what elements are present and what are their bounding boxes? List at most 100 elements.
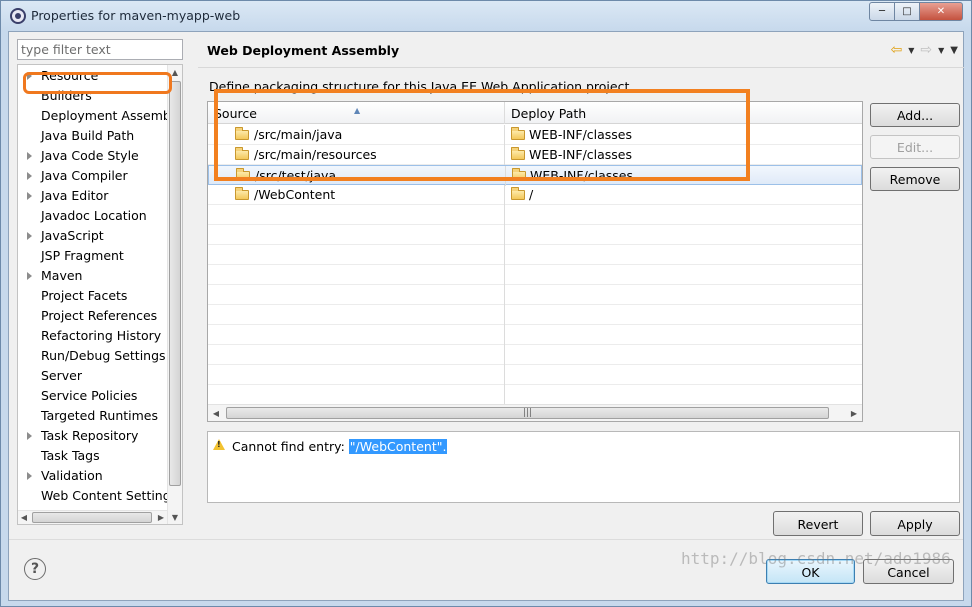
nav-item[interactable]: Deployment Assembly [18,106,178,126]
nav-hscroll-thumb[interactable] [32,512,152,523]
filter-input[interactable] [17,39,183,60]
folder-icon [511,127,525,140]
nav-item-label: Task Tags [41,448,100,463]
revert-button[interactable]: Revert [773,511,863,536]
nav-item[interactable]: Resource [18,66,178,86]
nav-item[interactable]: Task Tags [18,446,178,466]
cell-source [208,245,505,265]
button-bar-separator [9,539,963,540]
view-menu-icon[interactable]: ▼ [950,45,958,56]
table-row[interactable]: /src/main/java WEB-INF/classes [208,125,862,145]
nav-scroll-thumb[interactable] [169,81,181,486]
cell-deploy-path [505,205,862,225]
nav-item[interactable]: Javadoc Location [18,206,178,226]
nav-item-label: Refactoring History [41,328,162,343]
table-scroll-thumb[interactable]: ||| [226,407,829,419]
table-row-empty [208,365,862,385]
expand-arrow-icon[interactable] [27,72,32,80]
nav-item[interactable]: Service Policies [18,386,178,406]
warning-message[interactable]: Cannot find entry: "/WebContent". [232,439,448,454]
expand-arrow-icon[interactable] [27,172,32,180]
back-arrow-icon[interactable]: ⇦ [891,42,903,58]
maximize-button[interactable]: □ [894,2,920,21]
nav-item[interactable]: Maven [18,266,178,286]
title-bar[interactable]: Properties for maven-myapp-web ─ □ ✕ [1,1,971,31]
scroll-left-icon[interactable]: ◀ [18,511,30,524]
table-row-empty [208,325,862,345]
nav-item[interactable]: Targeted Runtimes [18,406,178,426]
scroll-right-icon[interactable]: ▶ [155,511,167,524]
add-button[interactable]: Add... [870,103,960,127]
close-button[interactable]: ✕ [919,2,963,21]
expand-arrow-icon[interactable] [27,192,32,200]
table-row-empty [208,225,862,245]
table-row-empty [208,345,862,365]
scroll-down-icon[interactable]: ▼ [168,510,182,524]
nav-item[interactable]: Java Editor [18,186,178,206]
help-icon[interactable]: ? [24,558,46,580]
deploy-path: WEB-INF/classes [530,168,634,183]
edit-button[interactable]: Edit... [870,135,960,159]
expand-arrow-icon[interactable] [27,232,32,240]
nav-horizontal-scrollbar[interactable]: ◀ ▶ [18,510,167,524]
nav-item-label: Resource [41,68,99,83]
cell-source: /src/main/java [208,125,505,145]
forward-arrow-icon[interactable]: ⇨ [920,42,932,58]
folder-icon [235,187,249,200]
table-row-empty [208,285,862,305]
table-row[interactable]: /src/main/resources WEB-INF/classes [208,145,862,165]
column-header-source[interactable]: Source ▲ [208,102,505,124]
nav-vertical-scrollbar[interactable]: ▲ ▼ [167,65,182,524]
remove-button[interactable]: Remove [870,167,960,191]
expand-arrow-icon[interactable] [27,432,32,440]
cell-source [208,385,505,405]
expand-arrow-icon[interactable] [27,152,32,160]
page-description: Define packaging structure for this Java… [209,79,634,94]
apply-button[interactable]: Apply [870,511,960,536]
nav-item[interactable]: Web Content Settings [18,486,178,506]
nav-item[interactable]: Project References [18,306,178,326]
expand-arrow-icon[interactable] [27,272,32,280]
table-header: Source ▲ Deploy Path [208,102,862,124]
nav-item-label: Project References [41,308,158,323]
nav-item[interactable]: Refactoring History [18,326,178,346]
cell-source [208,305,505,325]
nav-item-label: JSP Fragment [41,248,124,263]
nav-item-label: Java Editor [41,188,109,203]
table-row[interactable]: /WebContent / [208,185,862,205]
table-row[interactable]: /src/test/java WEB-INF/classes [208,165,862,186]
table-horizontal-scrollbar[interactable]: ◀ ||| ▶ [208,404,862,421]
nav-item[interactable]: JavaScript [18,226,178,246]
nav-item[interactable]: Server [18,366,178,386]
cell-deploy-path: WEB-INF/classes [505,145,862,165]
folder-icon [235,147,249,160]
scroll-left-icon[interactable]: ◀ [208,405,224,421]
folder-icon [236,168,250,181]
column-header-deploy-path[interactable]: Deploy Path [505,102,862,124]
expand-arrow-icon[interactable] [27,472,32,480]
nav-item[interactable]: Task Repository [18,426,178,446]
cell-deploy-path: / [505,185,862,205]
cell-deploy-path [505,285,862,305]
table-row-empty [208,265,862,285]
forward-dropdown-icon[interactable]: ▼ [938,46,944,55]
cell-deploy-path [505,305,862,325]
nav-item[interactable]: Builders [18,86,178,106]
nav-item[interactable]: Validation [18,466,178,486]
nav-item[interactable]: Run/Debug Settings [18,346,178,366]
properties-nav-tree: Resource Builders Deployment Assembly Java … [17,64,183,525]
nav-item[interactable]: Java Compiler [18,166,178,186]
nav-item[interactable]: Project Facets [18,286,178,306]
nav-item[interactable]: JSP Fragment [18,246,178,266]
minimize-button[interactable]: ─ [869,2,895,21]
nav-item[interactable]: Java Build Path [18,126,178,146]
scroll-up-icon[interactable]: ▲ [168,65,182,79]
deploy-path: WEB-INF/classes [529,147,633,162]
nav-item[interactable]: Java Code Style [18,146,178,166]
cell-deploy-path [505,245,862,265]
dialog-client-area: Resource Builders Deployment Assembly Java … [8,31,964,601]
nav-item-label: Targeted Runtimes [41,408,158,423]
cell-deploy-path [505,345,862,365]
scroll-right-icon[interactable]: ▶ [846,405,862,421]
back-dropdown-icon[interactable]: ▼ [908,46,914,55]
